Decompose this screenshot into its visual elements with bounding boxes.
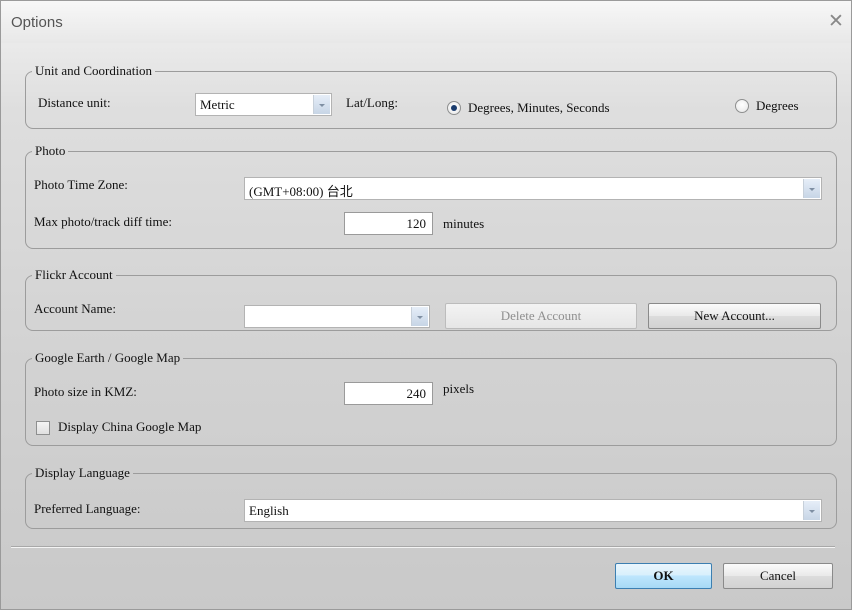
display-language-group: Display Language Preferred Language: Eng… bbox=[25, 465, 837, 529]
photo-timezone-select[interactable]: (GMT+08:00) 台北 bbox=[244, 177, 822, 200]
preferred-language-value: English bbox=[249, 503, 289, 518]
distance-unit-label: Distance unit: bbox=[38, 95, 111, 110]
group-legend-photo: Photo bbox=[35, 143, 66, 158]
google-earth-map-group: Google Earth / Google Map Photo size in … bbox=[25, 350, 837, 446]
ok-button[interactable]: OK bbox=[615, 563, 712, 589]
photo-group: Photo Photo Time Zone: (GMT+08:00) 台北 Ma… bbox=[25, 143, 837, 249]
chevron-down-icon[interactable] bbox=[803, 179, 820, 198]
close-icon[interactable]: ✕ bbox=[825, 10, 847, 32]
distance-unit-select[interactable]: Metric bbox=[195, 93, 332, 116]
cancel-button[interactable]: Cancel bbox=[723, 563, 833, 589]
group-legend-unit: Unit and Coordination bbox=[35, 63, 152, 78]
chevron-down-icon[interactable] bbox=[411, 307, 428, 326]
photo-size-kmz-label: Photo size in KMZ: bbox=[34, 384, 137, 399]
group-legend-flickr: Flickr Account bbox=[35, 267, 113, 282]
delete-account-button[interactable]: Delete Account bbox=[445, 303, 637, 329]
chevron-down-icon[interactable] bbox=[313, 95, 330, 114]
photo-timezone-value: (GMT+08:00) 台北 bbox=[249, 184, 353, 199]
max-diff-time-input[interactable]: 120 bbox=[344, 212, 433, 235]
window-title: Options bbox=[11, 14, 63, 31]
china-google-map-checkbox[interactable] bbox=[36, 421, 50, 435]
radio-degrees[interactable] bbox=[735, 99, 749, 113]
account-name-select[interactable] bbox=[244, 305, 430, 328]
max-diff-time-label: Max photo/track diff time: bbox=[34, 214, 173, 229]
preferred-language-select[interactable]: English bbox=[244, 499, 822, 522]
photo-timezone-label: Photo Time Zone: bbox=[34, 177, 128, 192]
radio-dms-label[interactable]: Degrees, Minutes, Seconds bbox=[468, 100, 610, 116]
china-google-map-label[interactable]: Display China Google Map bbox=[58, 419, 201, 435]
preferred-language-label: Preferred Language: bbox=[34, 501, 141, 516]
photo-size-kmz-unit: pixels bbox=[443, 381, 475, 396]
group-legend-language: Display Language bbox=[35, 465, 130, 480]
photo-size-kmz-input[interactable]: 240 bbox=[344, 382, 433, 405]
options-dialog: Options ✕ Unit and Coordination Distance… bbox=[0, 0, 852, 610]
account-name-label: Account Name: bbox=[34, 301, 116, 316]
unit-coordination-group: Unit and Coordination Distance unit: Met… bbox=[25, 63, 837, 129]
group-legend-google: Google Earth / Google Map bbox=[35, 350, 181, 365]
latlong-label: Lat/Long: bbox=[346, 95, 398, 110]
radio-dms[interactable] bbox=[447, 101, 461, 115]
new-account-button[interactable]: New Account... bbox=[648, 303, 821, 329]
radio-degrees-label[interactable]: Degrees bbox=[756, 98, 799, 114]
footer-separator bbox=[11, 546, 835, 548]
distance-unit-value: Metric bbox=[200, 97, 235, 112]
max-diff-time-unit: minutes bbox=[443, 216, 485, 231]
title-bar: Options ✕ bbox=[1, 1, 851, 43]
flickr-account-group: Flickr Account Account Name: Delete Acco… bbox=[25, 267, 837, 331]
chevron-down-icon[interactable] bbox=[803, 501, 820, 520]
